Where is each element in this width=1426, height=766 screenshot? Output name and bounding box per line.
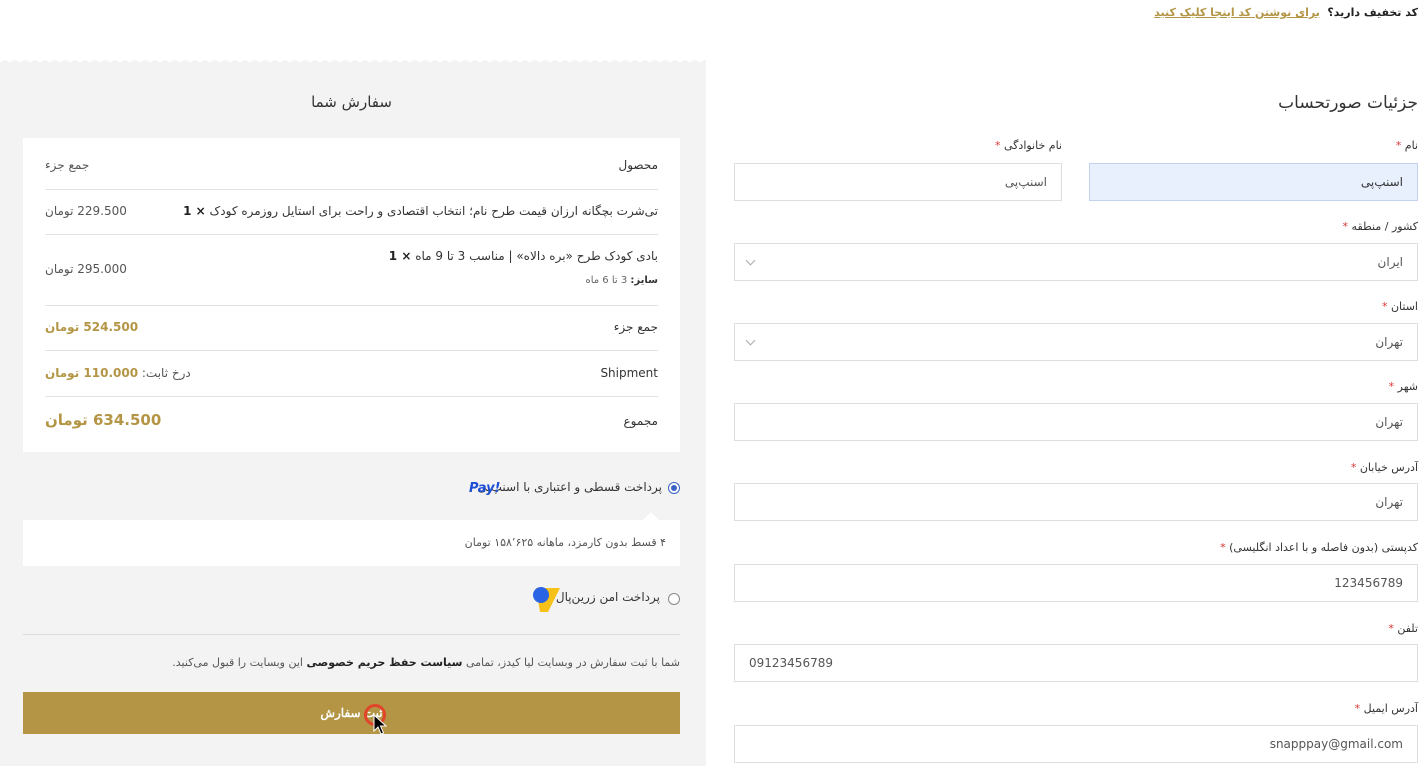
order-table: محصول جمع جزء تی‌شرت بچگانه ارزان قیمت ط… [23, 138, 680, 452]
installment-description: ۴ قسط بدون کارمزد، ماهانه ۱۵۸٬۶۲۵ تومان [464, 536, 666, 549]
postcode-label: کدپستی (بدون فاصله و با اعداد انگلیسی) * [1220, 541, 1418, 554]
product-price: 295.000 تومان [45, 262, 127, 276]
shipment-value: 110.000 تومان [45, 366, 139, 380]
state-label: استان * [1381, 300, 1418, 313]
panel-wavy-edge [0, 60, 706, 64]
postcode-field[interactable]: 123456789 [734, 564, 1418, 602]
product-qty: × 1 [388, 249, 412, 263]
phone-label: تلفن * [1388, 622, 1418, 635]
shipment-rate-label: درخ ثابت: [141, 366, 191, 380]
shipment-row: Shipment درخ ثابت: 110.000 تومان [45, 351, 658, 397]
total-value: 634.500 تومان [45, 411, 162, 429]
email-label: آدرس ایمیل * [1354, 702, 1418, 715]
zarinpal-logo-icon [533, 587, 560, 612]
last-name-field[interactable]: اسنپ‌پی [734, 163, 1062, 201]
first-name-label: نام * [1395, 139, 1418, 152]
product-qty: × 1 [183, 204, 206, 218]
city-field[interactable]: تهران [734, 403, 1418, 441]
column-header-subtotal: جمع جزء [45, 158, 90, 172]
variant-value: 3 تا 6 ماه [585, 275, 628, 286]
coupon-link[interactable]: برای نوشتن کد اینجا کلیک کنید [1154, 6, 1320, 19]
state-value: تهران [1375, 335, 1403, 349]
last-name-label: نام خانوادگی * [995, 139, 1062, 152]
column-header-product: محصول [618, 158, 659, 172]
subtotal-row: جمع جزء 524.500 تومان [45, 306, 658, 351]
snapppay-logo: Pay! [469, 481, 501, 496]
divider [23, 634, 680, 635]
coupon-question: کد تخفیف دارید؟ [1327, 6, 1418, 19]
subtotal-label: جمع جزء [613, 320, 658, 334]
place-order-button[interactable]: ثبت سفارش [23, 692, 680, 734]
table-row: تی‌شرت بچگانه ارزان قیمت طرح نام؛ انتخاب… [45, 190, 658, 235]
privacy-prefix: شما با ثبت سفارش در وبسایت لیا کیدز، تما… [465, 656, 680, 669]
state-select[interactable]: تهران [734, 323, 1418, 361]
order-title: سفارش شما [311, 93, 392, 111]
privacy-suffix: این وبسایت را قبول می‌کنید. [172, 656, 303, 669]
product-name: تی‌شرت بچگانه ارزان قیمت طرح نام؛ انتخاب… [183, 204, 658, 218]
street-label: آدرس خیابان * [1350, 461, 1418, 474]
first-name-field[interactable]: اسنپ‌پی [1089, 163, 1418, 201]
email-field[interactable]: snapppay@gmail.com [734, 725, 1418, 763]
total-label: مجموع [623, 414, 658, 428]
payment-label-snapppay[interactable]: پرداخت قسطی و اعتباری با اسنپ‌پی [477, 480, 662, 494]
street-field[interactable]: تهران [734, 483, 1418, 521]
coupon-notice: کد تخفیف دارید؟ برای نوشتن کد اینجا کلیک… [1154, 6, 1418, 19]
chevron-down-icon [745, 255, 756, 266]
order-table-header: محصول جمع جزء [45, 138, 658, 190]
payment-radio-zarinpal[interactable] [668, 593, 680, 605]
product-name: بادی کودک طرح «بره دالاه» | مناسب 3 تا 9… [389, 249, 658, 263]
country-select[interactable]: ایران [734, 243, 1418, 281]
country-label: کشور / منطقه * [1342, 220, 1418, 233]
product-variant: سایز: 3 تا 6 ماه [585, 275, 658, 286]
city-label: شهر * [1388, 380, 1418, 393]
subtotal-value: 524.500 تومان [45, 320, 139, 334]
snapppay-installment-box: ۴ قسط بدون کارمزد، ماهانه ۱۵۸٬۶۲۵ تومان [23, 512, 680, 566]
phone-field[interactable]: 09123456789 [734, 644, 1418, 682]
privacy-policy-link[interactable]: سیاست حفظ حریم خصوصی [307, 656, 463, 669]
variant-label: سایز: [630, 275, 658, 286]
mouse-cursor-icon [373, 714, 387, 735]
billing-title: جزئیات صورتحساب [1278, 93, 1418, 113]
product-title: تی‌شرت بچگانه ارزان قیمت طرح نام؛ انتخاب… [209, 204, 658, 218]
product-price: 229.500 تومان [45, 204, 127, 218]
payment-radio-snapppay[interactable] [668, 482, 680, 494]
shipment-label: Shipment [600, 366, 658, 380]
shipment-value-group: درخ ثابت: 110.000 تومان [45, 366, 191, 380]
country-value: ایران [1377, 255, 1403, 269]
total-row: مجموع 634.500 تومان [45, 397, 658, 452]
privacy-notice: شما با ثبت سفارش در وبسایت لیا کیدز، تما… [172, 656, 680, 669]
product-title: بادی کودک طرح «بره دالاه» | مناسب 3 تا 9… [415, 249, 658, 263]
payment-label-zarinpal[interactable]: پرداخت امن زرین‌پال [556, 590, 660, 604]
chevron-down-icon [745, 335, 756, 346]
table-row: بادی کودک طرح «بره دالاه» | مناسب 3 تا 9… [45, 235, 658, 306]
